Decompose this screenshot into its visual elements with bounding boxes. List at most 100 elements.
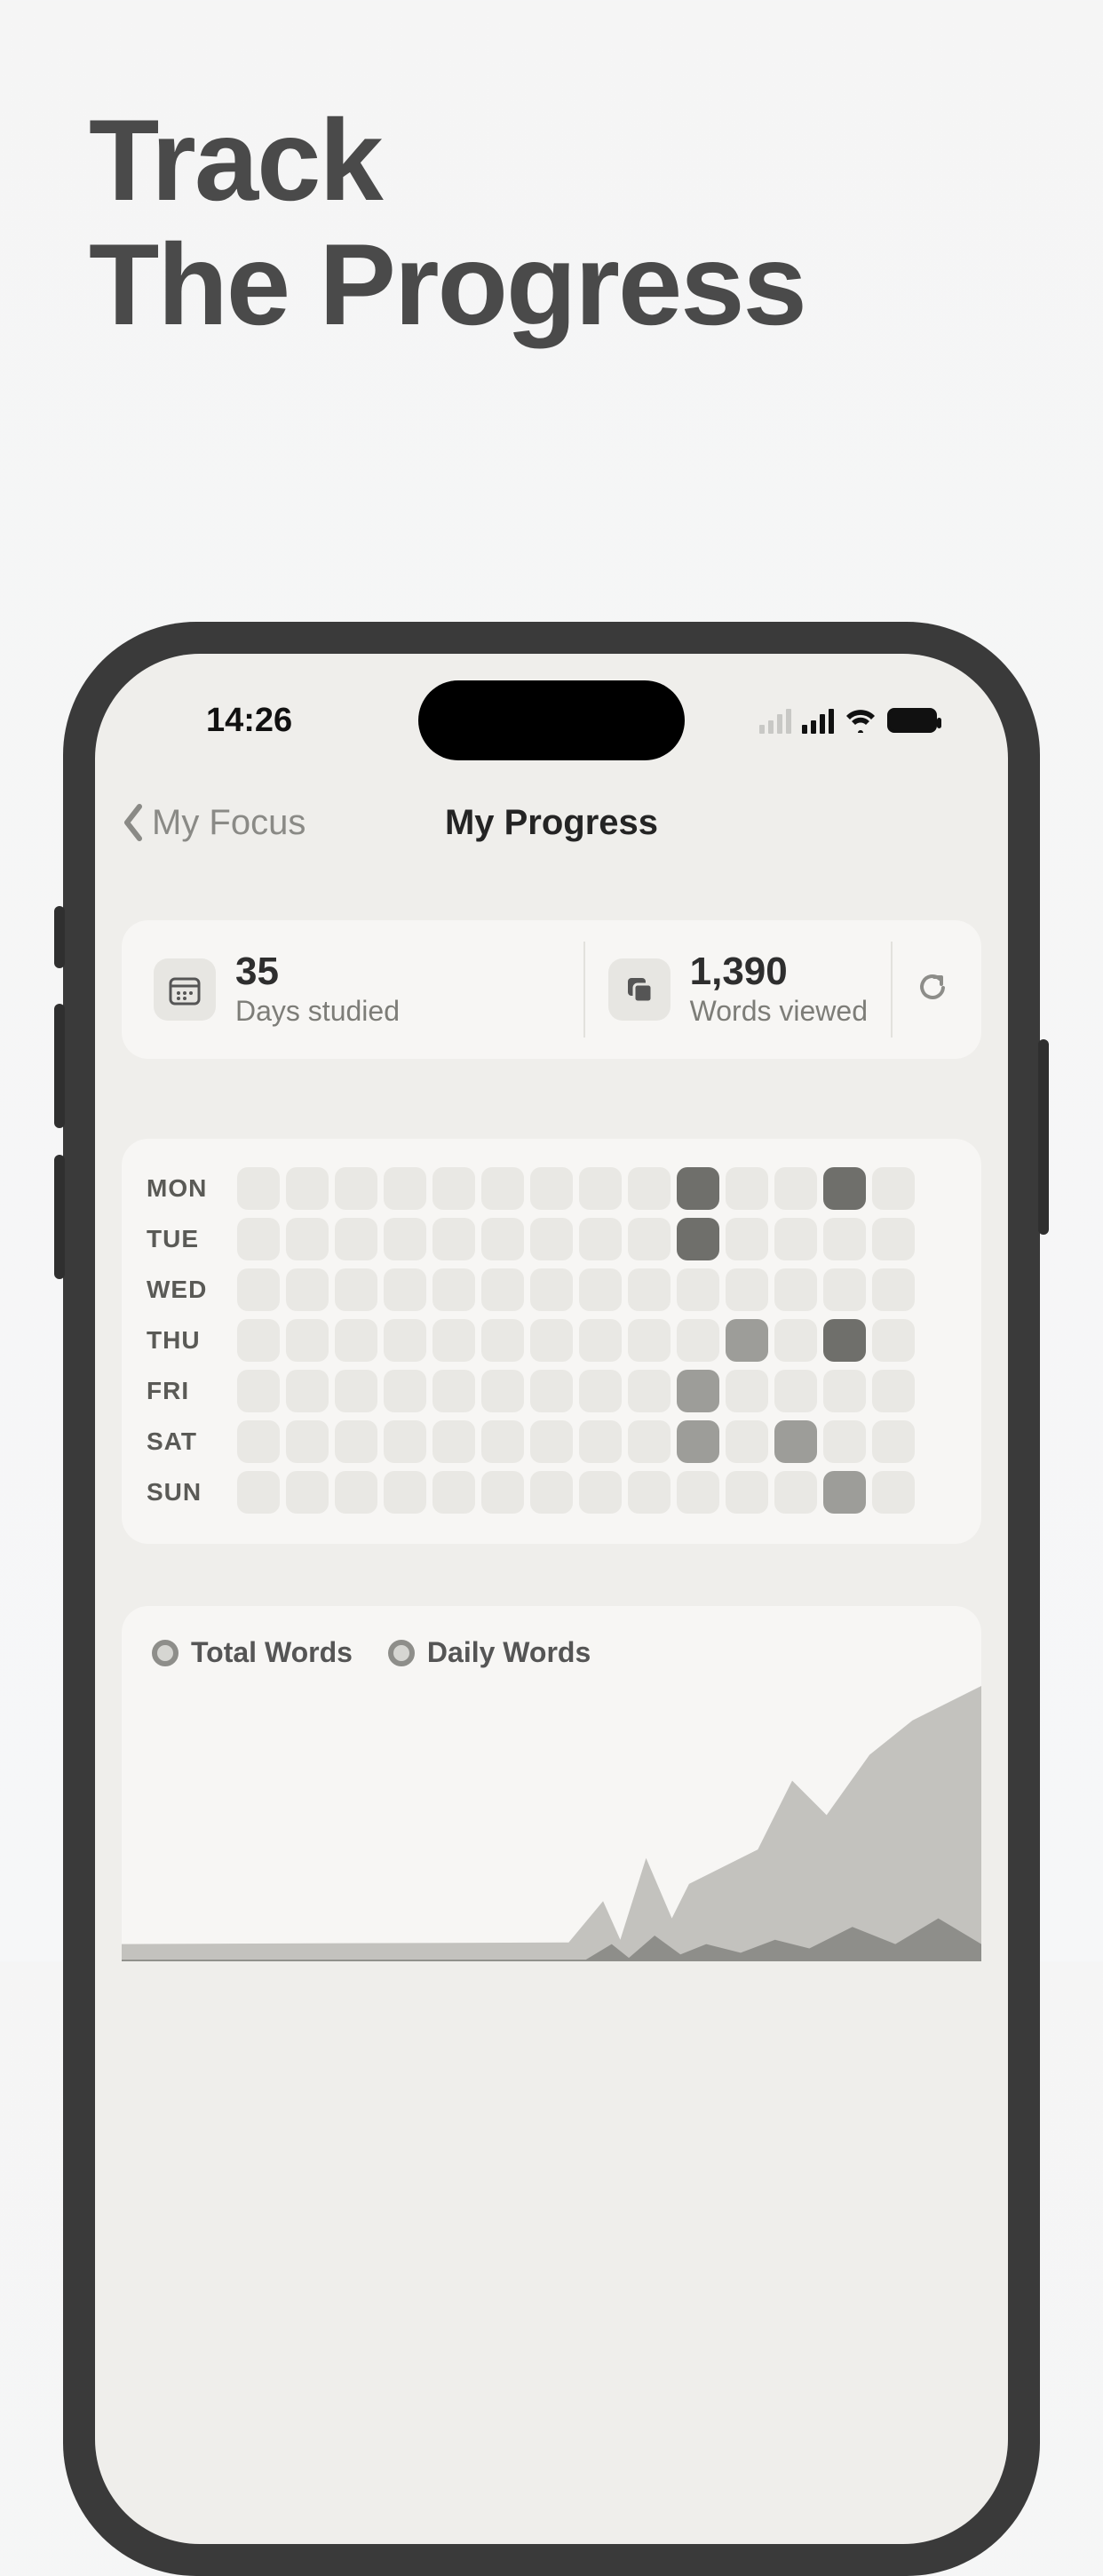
heatmap-cell[interactable] [774,1471,817,1514]
heatmap-cell[interactable] [726,1319,768,1362]
heatmap-cell[interactable] [677,1218,719,1260]
heatmap-cell[interactable] [432,1268,475,1311]
heatmap-cell[interactable] [530,1268,573,1311]
heatmap-cell[interactable] [677,1370,719,1412]
heatmap-cell[interactable] [774,1268,817,1311]
heatmap-cell[interactable] [432,1370,475,1412]
heatmap-cell[interactable] [481,1420,524,1463]
heatmap-cell[interactable] [432,1218,475,1260]
heatmap-cell[interactable] [432,1471,475,1514]
heatmap-cell[interactable] [530,1167,573,1210]
heatmap-cell[interactable] [872,1471,915,1514]
heatmap-cell[interactable] [384,1319,426,1362]
heatmap-cell[interactable] [726,1420,768,1463]
heatmap-cell[interactable] [530,1218,573,1260]
heatmap-cell[interactable] [286,1218,329,1260]
heatmap-cell[interactable] [872,1268,915,1311]
heatmap-cell[interactable] [677,1471,719,1514]
heatmap-cell[interactable] [579,1268,622,1311]
heatmap-cell[interactable] [432,1420,475,1463]
heatmap-cell[interactable] [579,1319,622,1362]
legend-daily-words[interactable]: Daily Words [388,1636,591,1669]
heatmap-cell[interactable] [384,1370,426,1412]
heatmap-cell[interactable] [726,1471,768,1514]
heatmap-cell[interactable] [628,1420,671,1463]
heatmap-cell[interactable] [335,1420,377,1463]
heatmap-cell[interactable] [823,1370,866,1412]
heatmap-cell[interactable] [677,1319,719,1362]
heatmap-cell[interactable] [237,1218,280,1260]
heatmap-cell[interactable] [286,1370,329,1412]
heatmap-cell[interactable] [823,1268,866,1311]
heatmap-cell[interactable] [237,1167,280,1210]
heatmap-cell[interactable] [286,1268,329,1311]
refresh-button[interactable] [893,920,972,1059]
heatmap-cell[interactable] [774,1218,817,1260]
heatmap-cell[interactable] [823,1471,866,1514]
heatmap-cell[interactable] [384,1471,426,1514]
heatmap-cell[interactable] [677,1268,719,1311]
heatmap-cell[interactable] [872,1218,915,1260]
heatmap-cell[interactable] [432,1319,475,1362]
heatmap-cell[interactable] [628,1471,671,1514]
heatmap-cell[interactable] [774,1420,817,1463]
heatmap-cell[interactable] [579,1167,622,1210]
heatmap-cell[interactable] [237,1420,280,1463]
heatmap-cell[interactable] [481,1370,524,1412]
heatmap-cell[interactable] [677,1420,719,1463]
heatmap-cell[interactable] [726,1167,768,1210]
heatmap-cell[interactable] [579,1370,622,1412]
heatmap-cell[interactable] [726,1218,768,1260]
heatmap-cell[interactable] [872,1319,915,1362]
heatmap-cell[interactable] [628,1370,671,1412]
heatmap-cell[interactable] [628,1167,671,1210]
heatmap-cell[interactable] [432,1167,475,1210]
heatmap-cell[interactable] [823,1167,866,1210]
heatmap-cell[interactable] [677,1167,719,1210]
heatmap-cell[interactable] [286,1471,329,1514]
heatmap-cell[interactable] [335,1218,377,1260]
heatmap-cell[interactable] [335,1471,377,1514]
heatmap-cell[interactable] [237,1268,280,1311]
heatmap-cell[interactable] [335,1268,377,1311]
heatmap-cell[interactable] [530,1319,573,1362]
heatmap-cell[interactable] [628,1218,671,1260]
heatmap-cell[interactable] [579,1471,622,1514]
heatmap-cell[interactable] [872,1420,915,1463]
heatmap-cell[interactable] [286,1420,329,1463]
heatmap-cell[interactable] [774,1319,817,1362]
heatmap-cell[interactable] [530,1420,573,1463]
back-button[interactable]: My Focus [122,803,306,843]
heatmap-cell[interactable] [237,1370,280,1412]
heatmap-cell[interactable] [481,1268,524,1311]
heatmap-cell[interactable] [384,1218,426,1260]
heatmap-cell[interactable] [237,1471,280,1514]
heatmap-cell[interactable] [384,1268,426,1311]
heatmap-cell[interactable] [335,1319,377,1362]
legend-total-words[interactable]: Total Words [152,1636,353,1669]
heatmap-cell[interactable] [774,1167,817,1210]
heatmap-cell[interactable] [335,1370,377,1412]
heatmap-cell[interactable] [237,1319,280,1362]
heatmap-cell[interactable] [481,1167,524,1210]
heatmap-cell[interactable] [530,1471,573,1514]
heatmap-cell[interactable] [384,1167,426,1210]
heatmap-cell[interactable] [823,1420,866,1463]
heatmap-cell[interactable] [384,1420,426,1463]
heatmap-cell[interactable] [628,1319,671,1362]
heatmap-cell[interactable] [481,1218,524,1260]
heatmap-cell[interactable] [335,1167,377,1210]
heatmap-cell[interactable] [286,1167,329,1210]
heatmap-cell[interactable] [872,1370,915,1412]
heatmap-cell[interactable] [579,1420,622,1463]
heatmap-cell[interactable] [823,1319,866,1362]
heatmap-cell[interactable] [481,1319,524,1362]
heatmap-cell[interactable] [872,1167,915,1210]
heatmap-cell[interactable] [286,1319,329,1362]
heatmap-cell[interactable] [774,1370,817,1412]
heatmap-cell[interactable] [530,1370,573,1412]
heatmap-cell[interactable] [481,1471,524,1514]
heatmap-cell[interactable] [628,1268,671,1311]
heatmap-cell[interactable] [823,1218,866,1260]
heatmap-cell[interactable] [579,1218,622,1260]
